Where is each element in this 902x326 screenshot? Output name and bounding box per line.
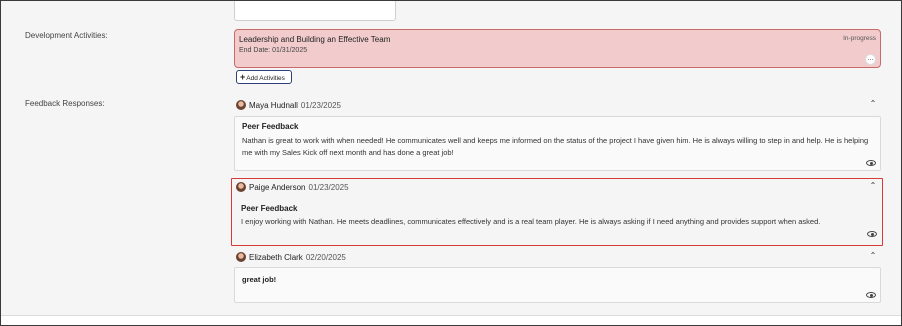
feedback-text: I enjoy working with Nathan. He meets de… xyxy=(241,217,821,226)
feedback-text: great job! xyxy=(242,275,277,284)
feedback-type: Peer Feedback xyxy=(241,204,298,213)
employee-review-panel: Development Activities: Leadership and B… xyxy=(3,1,899,315)
avatar xyxy=(236,252,246,262)
development-activity-card[interactable]: Leadership and Building an Effective Tea… xyxy=(234,29,881,68)
feedback-type: Peer Feedback xyxy=(242,122,299,131)
feedback-date: 01/23/2025 xyxy=(300,100,341,110)
chevron-up-icon[interactable]: ⌃ xyxy=(868,181,878,190)
feedback-body: Peer Feedback I enjoy working with Natha… xyxy=(234,196,881,244)
activity-status: In-progress xyxy=(843,35,876,42)
activity-title: Leadership and Building an Effective Tea… xyxy=(239,35,391,44)
chevron-up-icon[interactable]: ⌃ xyxy=(868,99,878,108)
feedback-date: 01/23/2025 xyxy=(308,182,349,192)
feedback-header[interactable]: Maya Hudnall 01/23/2025 xyxy=(236,98,341,112)
feedback-header[interactable]: Paige Anderson 01/23/2025 xyxy=(236,180,349,194)
feedback-author: Maya Hudnall xyxy=(249,100,298,110)
feedback-text: Nathan is great to work with when needed… xyxy=(242,136,869,157)
feedback-date: 02/20/2025 xyxy=(305,252,346,262)
app-frame: Development Activities: Leadership and B… xyxy=(0,0,902,326)
bottom-strip xyxy=(1,315,901,325)
activity-end-date: End Date: 01/31/2025 xyxy=(239,47,308,54)
development-activities-label: Development Activities: xyxy=(25,31,108,40)
feedback-body: Peer Feedback Nathan is great to work wi… xyxy=(234,116,881,171)
feedback-body: great job! xyxy=(234,267,881,303)
feedback-author: Elizabeth Clark xyxy=(249,252,303,262)
feedback-header[interactable]: Elizabeth Clark 02/20/2025 xyxy=(236,250,346,264)
eye-icon[interactable] xyxy=(866,292,876,298)
add-activities-button[interactable]: +Add Activities xyxy=(236,70,292,84)
more-icon[interactable]: … xyxy=(865,54,876,65)
chevron-up-icon[interactable]: ⌃ xyxy=(868,251,878,260)
eye-icon[interactable] xyxy=(866,160,876,166)
feedback-author: Paige Anderson xyxy=(249,182,306,192)
avatar xyxy=(236,100,246,110)
feedback-responses-label: Feedback Responses: xyxy=(25,99,105,108)
avatar xyxy=(236,182,246,192)
previous-field-box[interactable] xyxy=(234,1,396,21)
plus-icon: + xyxy=(240,72,246,82)
eye-icon[interactable] xyxy=(867,231,877,237)
add-activities-label: Add Activities xyxy=(246,75,285,82)
